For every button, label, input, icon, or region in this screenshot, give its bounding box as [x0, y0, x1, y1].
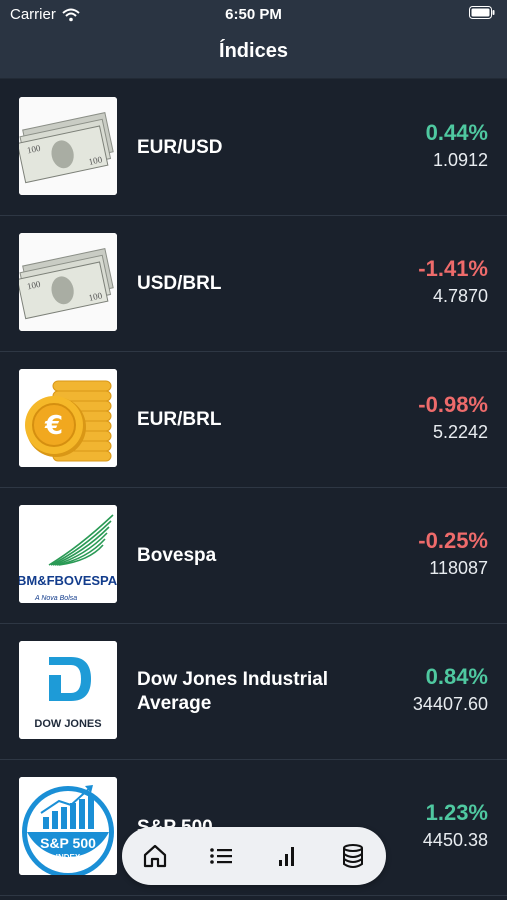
indices-list: 100 100 EUR/USD 0.44% 1.0912 100 100 USD…	[0, 80, 507, 896]
index-value: 4.7870	[432, 286, 488, 306]
status-time: 6:50 PM	[225, 6, 282, 23]
index-value: 34407.60	[412, 694, 488, 714]
svg-text:€: €	[44, 411, 63, 441]
euro-coins-thumbnail: €	[19, 369, 117, 467]
tab-home[interactable]	[135, 836, 175, 876]
index-name: EUR/USD	[137, 136, 223, 158]
change-percent: 0.84%	[425, 664, 488, 689]
index-name: Bovespa	[137, 544, 217, 566]
index-value: 4450.38	[422, 830, 488, 850]
index-value: 5.2242	[432, 422, 488, 442]
change-percent: 0.44%	[425, 120, 488, 145]
change-percent: -0.98%	[418, 392, 488, 417]
battery-icon	[469, 6, 495, 19]
page-title: Índices	[219, 40, 288, 62]
tab-chart[interactable]	[267, 836, 307, 876]
database-icon	[343, 844, 363, 868]
sp500-logo: S&P 500 INDEX	[19, 777, 117, 875]
bovespa-logo-subtext: A Nova Bolsa	[34, 595, 77, 602]
change-percent: -0.25%	[418, 528, 488, 553]
status-bar: Carrier 6:50 PM	[0, 0, 507, 28]
money-thumbnail: 100 100	[19, 97, 117, 195]
index-name: EUR/BRL	[137, 408, 222, 430]
list-icon	[210, 848, 232, 864]
chart-icon	[279, 847, 294, 866]
bovespa-logo: BM&FBOVESPA A Nova Bolsa	[19, 505, 117, 603]
dow-jones-logo: DOW JONES	[19, 641, 117, 739]
list-item[interactable]: BM&FBOVESPA A Nova Bolsa Bovespa -0.25% …	[0, 488, 507, 624]
bovespa-logo-text: BM&FBOVESPA	[19, 573, 117, 588]
home-icon	[143, 844, 167, 868]
list-item[interactable]: DOW JONES Dow Jones Industrial Average 0…	[0, 624, 507, 760]
index-name: USD/BRL	[137, 272, 222, 294]
sp500-logo-text: S&P 500	[40, 835, 96, 851]
index-name: Dow Jones Industrial Average	[137, 668, 329, 714]
tab-list[interactable]	[201, 836, 241, 876]
list-item[interactable]: 100 100 EUR/USD 0.44% 1.0912	[0, 80, 507, 216]
tab-database[interactable]	[333, 836, 373, 876]
tab-bar	[122, 827, 386, 885]
change-percent: -1.41%	[418, 256, 488, 281]
sp500-logo-subtext: INDEX	[56, 853, 81, 862]
money-thumbnail: 100 100	[19, 233, 117, 331]
change-percent: 1.23%	[425, 800, 488, 825]
list-item[interactable]: € EUR/BRL -0.98% 5.2242	[0, 352, 507, 488]
nav-bar: Índices	[0, 28, 507, 79]
dow-jones-logo-text: DOW JONES	[34, 718, 101, 730]
index-value: 1.0912	[432, 150, 488, 170]
list-item[interactable]: 100 100 USD/BRL -1.41% 4.7870	[0, 216, 507, 352]
index-value: 118087	[429, 558, 488, 578]
